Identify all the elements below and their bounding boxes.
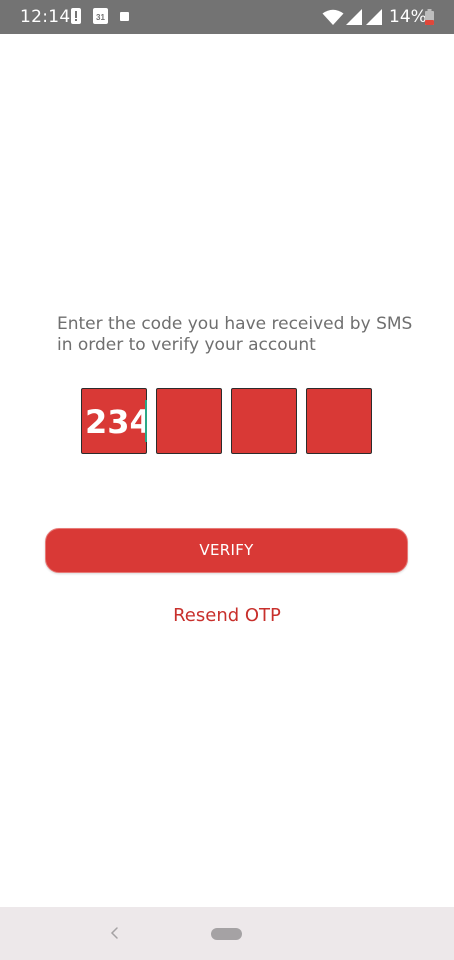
wifi-icon (322, 9, 344, 25)
instruction-line-2: in order to verify your account (57, 335, 316, 355)
square-notification-icon (120, 12, 129, 21)
status-bar: 12:14 31 14% (0, 0, 454, 34)
otp-input-row: 234 (81, 388, 374, 454)
text-cursor (145, 400, 147, 442)
status-time: 12:14 (20, 7, 71, 27)
back-icon[interactable] (108, 922, 122, 944)
home-pill-icon[interactable] (211, 928, 242, 940)
battery-percent: 14% (389, 7, 427, 27)
battery-low-icon (425, 9, 434, 25)
verify-button[interactable]: VERIFY (45, 528, 408, 573)
calendar-day: 31 (96, 13, 105, 22)
signal-icon (366, 9, 382, 25)
alert-icon (71, 8, 81, 24)
otp-field-3[interactable] (231, 388, 297, 454)
instruction-line-1: Enter the code you have received by SMS (57, 314, 413, 334)
otp-field-1[interactable]: 234 (81, 388, 147, 454)
instruction-text: Enter the code you have received by SMS … (57, 314, 413, 356)
otp-field-4[interactable] (306, 388, 372, 454)
otp-verification-screen: 12:14 31 14% Enter the code you have rec… (0, 0, 454, 960)
signal-icon (346, 9, 362, 25)
otp-field-2[interactable] (156, 388, 222, 454)
navigation-bar (0, 907, 454, 960)
otp-field-1-value: 234 (85, 403, 147, 441)
resend-otp-link[interactable]: Resend OTP (0, 605, 454, 627)
calendar-icon: 31 (93, 8, 108, 24)
